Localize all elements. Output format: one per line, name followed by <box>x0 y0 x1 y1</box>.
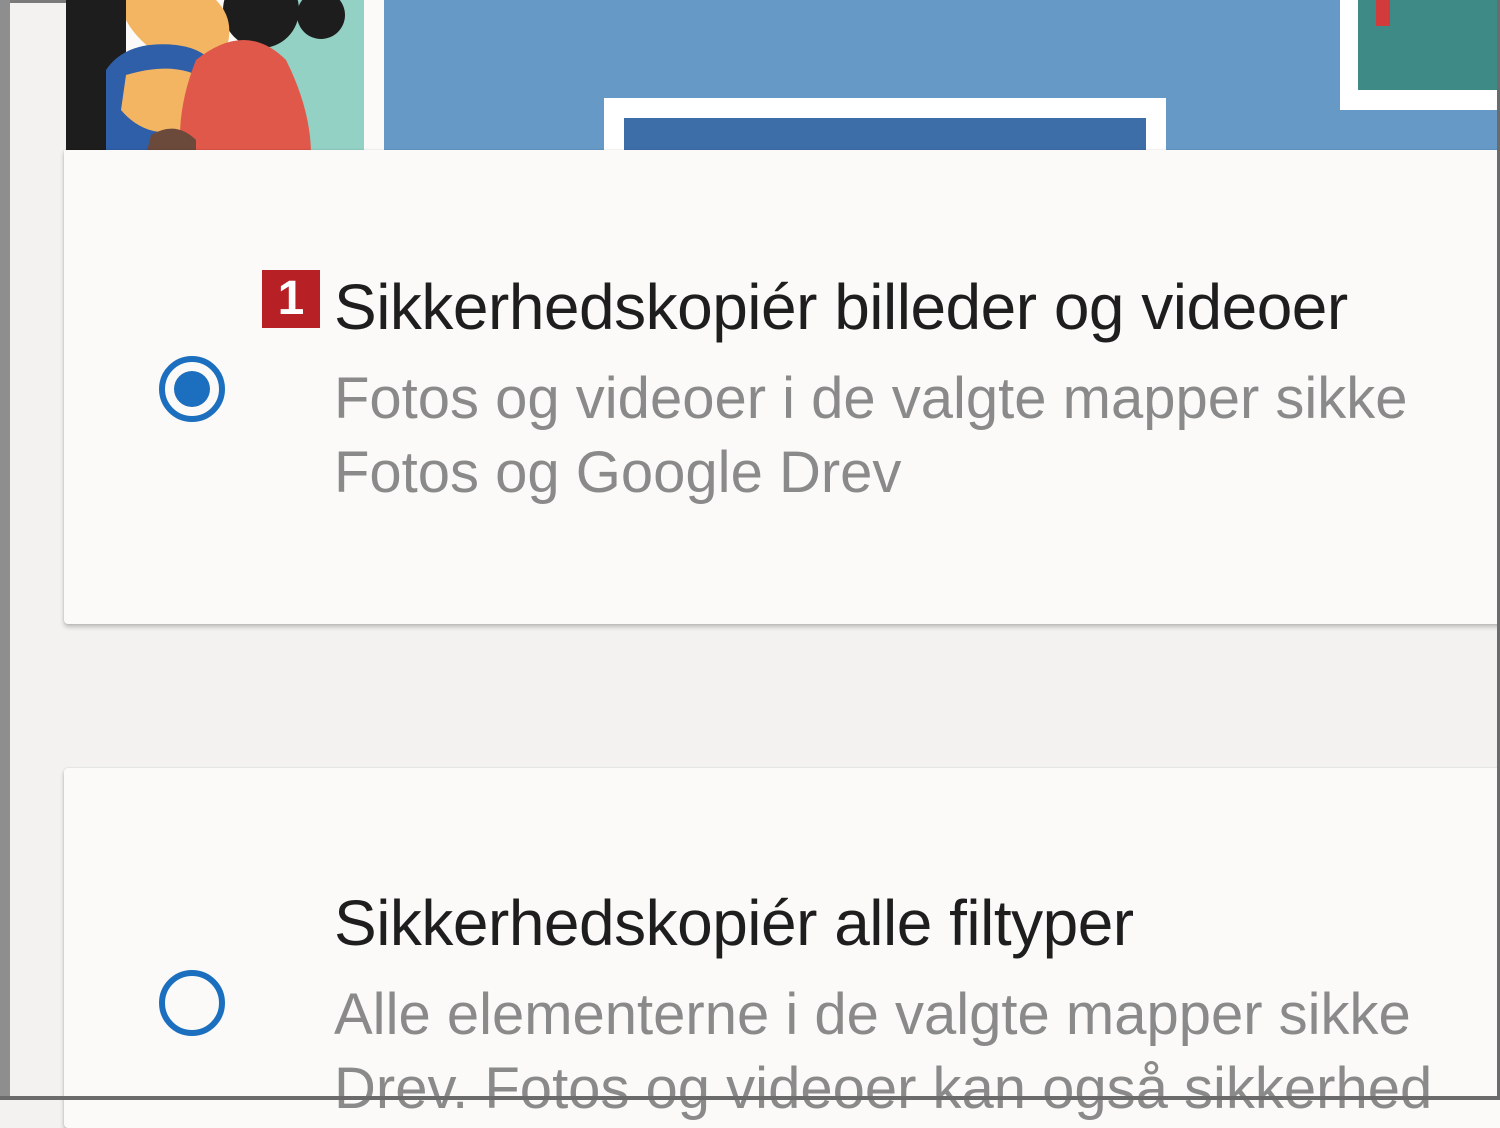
radio-dot <box>174 371 210 407</box>
option-title: Sikkerhedskopiér alle filtyper <box>334 887 1134 959</box>
step-badge: 1 <box>262 270 320 328</box>
backup-illustration-banner <box>66 0 1500 155</box>
window-bottom-border <box>0 1096 1500 1100</box>
option-description-line-2: Fotos og Google Drev <box>334 440 902 505</box>
option-description-line-1: Alle elementerne i de valgte mapper sikk… <box>334 982 1411 1047</box>
option-description: Fotos og videoer i de valgte mapper sikk… <box>334 362 1408 510</box>
backup-all-files-option-card[interactable]: Sikkerhedskopiér alle filtyper Alle elem… <box>64 768 1500 1128</box>
option-description-line-1: Fotos og videoer i de valgte mapper sikk… <box>334 366 1408 431</box>
backup-photos-option-card[interactable]: 1 Sikkerhedskopiér billeder og videoer F… <box>64 150 1500 624</box>
option-description: Alle elementerne i de valgte mapper sikk… <box>334 978 1432 1126</box>
backup-illustration <box>66 0 1500 155</box>
option-title: Sikkerhedskopiér billeder og videoer <box>334 271 1348 343</box>
radio-unselected[interactable] <box>159 970 225 1036</box>
window-left-border <box>0 0 10 1100</box>
option-description-line-2: Drev. Fotos og videoer kan også sikkerhe… <box>334 1056 1433 1121</box>
radio-selected[interactable] <box>159 356 225 422</box>
